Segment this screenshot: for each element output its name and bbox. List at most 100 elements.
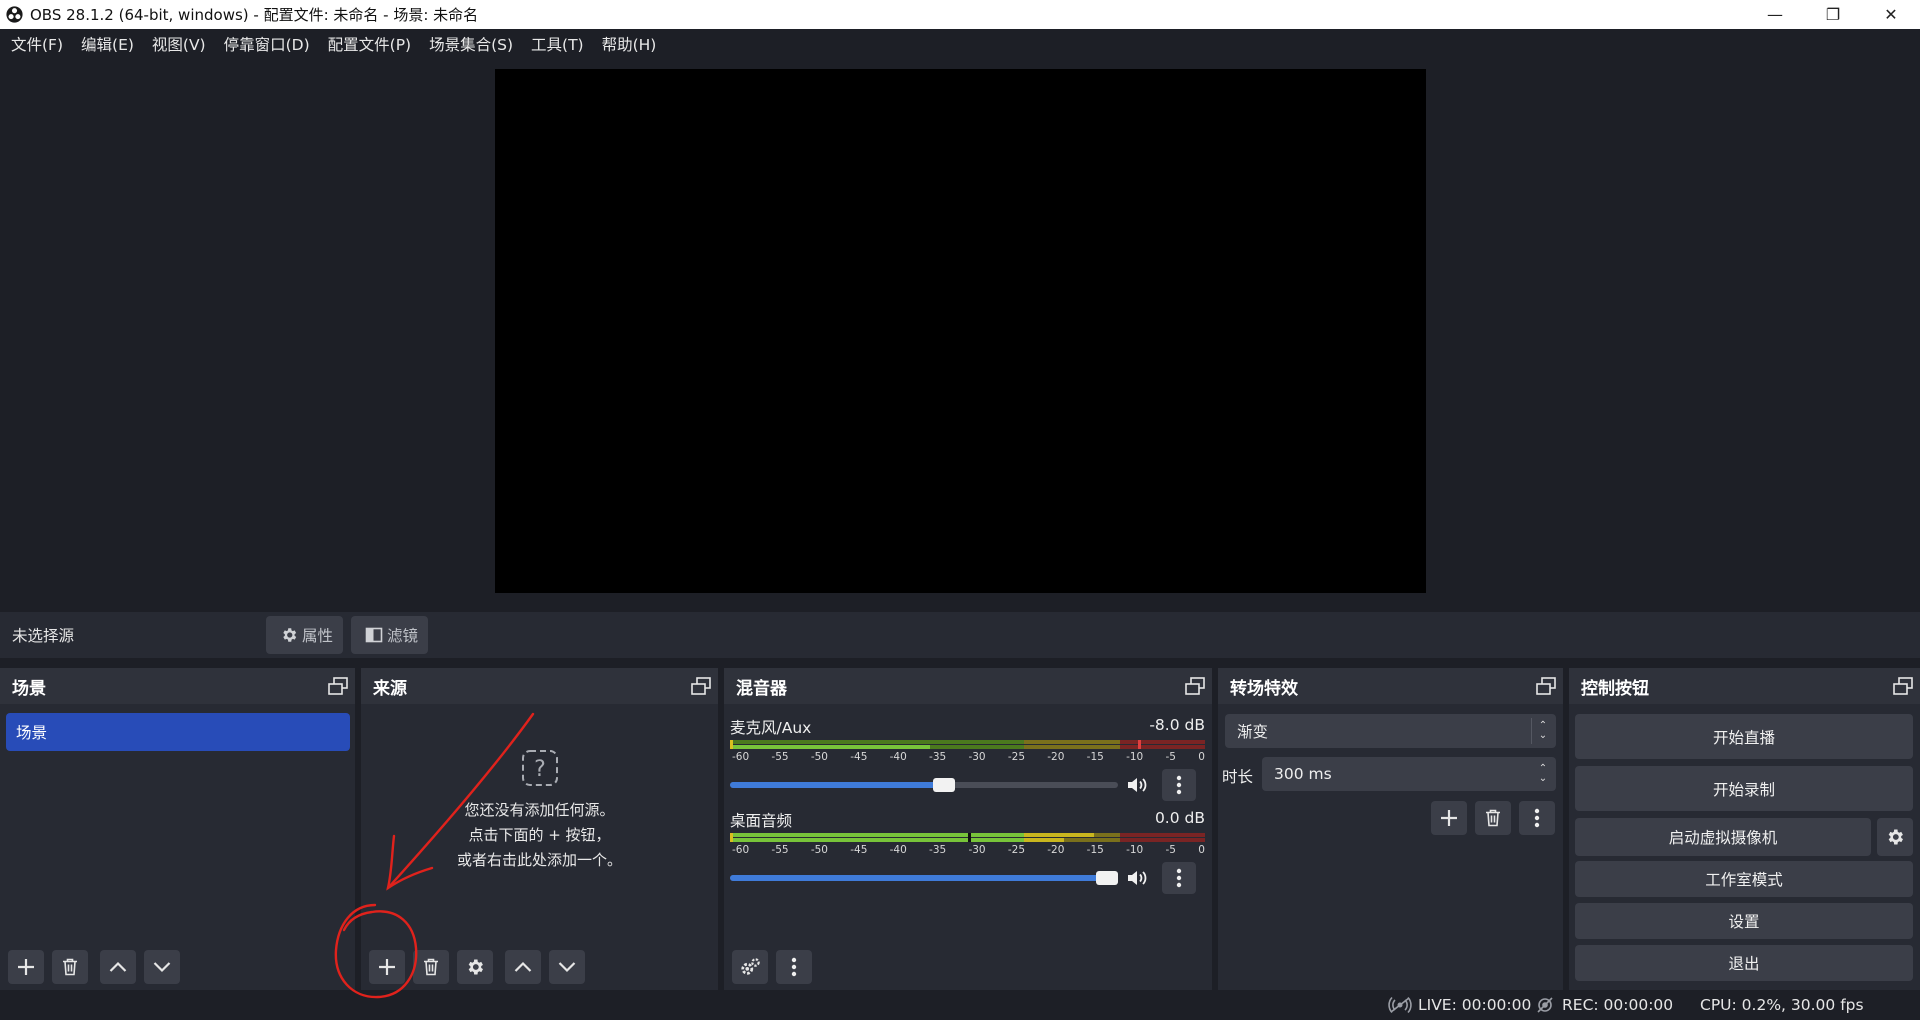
menu-help[interactable]: 帮助(H) [595,33,664,55]
virtual-camera-settings-button[interactable] [1877,818,1913,856]
tick-label: -30 [968,844,986,856]
scene-item[interactable]: 场景 [6,713,350,751]
plus-icon [1441,810,1457,826]
duration-spinbox[interactable]: 300 ms ⌃ ⌄ [1262,757,1556,791]
start-virtual-camera-button[interactable]: 启动虚拟摄像机 [1575,818,1871,856]
scene-list: 场景 [6,713,350,751]
menu-profile[interactable]: 配置文件(P) [321,33,418,55]
tick-label: -60 [732,751,750,763]
undock-icon[interactable] [1892,675,1914,697]
add-scene-button[interactable] [8,950,44,984]
exit-button[interactable]: 退出 [1575,945,1913,981]
channel-name: 桌面音频 [730,812,793,830]
channel-db: 0.0 dB [1154,809,1205,827]
restore-button[interactable]: ❐ [1804,0,1862,29]
trash-icon [1486,809,1500,827]
gears-icon [741,958,760,975]
transition-menu-button[interactable] [1519,801,1555,835]
menu-file[interactable]: 文件(F) [4,33,70,55]
slider-handle[interactable] [1096,871,1118,885]
settings-button[interactable]: 设置 [1575,903,1913,939]
menu-tools[interactable]: 工具(T) [524,33,591,55]
title-bar: OBS 28.1.2 (64-bit, windows) - 配置文件: 未命名… [0,0,1920,29]
preview-canvas[interactable] [495,69,1426,593]
advanced-audio-button[interactable] [732,950,768,984]
empty-hint-line: 点击下面的 + 按钮， [468,826,611,844]
start-recording-button[interactable]: 开始录制 [1575,766,1913,811]
trash-icon [424,958,438,976]
remove-scene-button[interactable] [52,950,88,984]
tick-label: -60 [732,844,750,856]
menu-scene-collection[interactable]: 场景集合(S) [422,33,520,55]
tick-label: 0 [1198,751,1205,763]
speaker-icon[interactable] [1126,866,1150,890]
tick-label: -25 [1007,844,1025,856]
tick-label: -5 [1165,751,1176,763]
undock-icon[interactable] [327,675,349,697]
tick-label: -20 [1047,751,1065,763]
preview-area [0,59,1920,599]
no-source-label: 未选择源 [12,627,75,645]
tick-label: -35 [929,844,947,856]
tick-label: -20 [1047,844,1065,856]
slider-handle[interactable] [933,778,955,792]
volume-slider[interactable] [730,778,1118,792]
channel-menu-button[interactable] [1162,862,1196,894]
speaker-icon[interactable] [1126,773,1150,797]
mixer-channel-mic: 麦克风/Aux -8.0 dB -60 -55 -50 -45 -40 -35 … [730,716,1205,801]
remove-transition-button[interactable] [1475,801,1511,835]
close-button[interactable]: ✕ [1862,0,1920,29]
undock-icon[interactable] [1184,675,1206,697]
chevron-down-icon [153,962,171,973]
properties-button[interactable]: 属性 [266,616,344,654]
filters-button[interactable]: 滤镜 [351,616,429,654]
question-icon: ? [520,748,560,788]
menu-docks[interactable]: 停靠窗口(D) [217,33,317,55]
move-source-down-button[interactable] [549,950,585,984]
trash-icon [63,958,77,976]
controls-header: 控制按钮 [1569,668,1920,704]
scenes-dock: 场景 场景 [0,668,355,990]
menu-view[interactable]: 视图(V) [145,33,213,55]
sources-empty-state[interactable]: ? 您还没有添加任何源。 点击下面的 + 按钮， 或者右击此处添加一个。 [361,748,718,873]
rec-time: REC: 00:00:00 [1562,996,1674,1014]
scenes-title: 场景 [12,678,46,699]
live-time: LIVE: 00:00:00 [1418,996,1532,1014]
remove-source-button[interactable] [413,950,449,984]
mixer-menu-button[interactable] [776,950,812,984]
source-context-bar: 未选择源 属性 滤镜 [0,612,1920,658]
channel-menu-button[interactable] [1162,769,1196,801]
undock-icon[interactable] [690,675,712,697]
cpu-fps: CPU: 0.2%, 30.00 fps [1700,996,1864,1014]
tick-label: -50 [810,751,828,763]
tick-label: -55 [771,751,789,763]
tick-label: -45 [850,751,868,763]
empty-hint-line: 您还没有添加任何源。 [464,801,615,819]
menu-bar: 文件(F) 编辑(E) 视图(V) 停靠窗口(D) 配置文件(P) 场景集合(S… [0,29,1920,59]
transitions-header: 转场特效 [1218,668,1563,704]
volume-slider[interactable] [730,871,1118,885]
channel-name: 麦克风/Aux [730,719,812,737]
tick-label: -15 [1086,751,1104,763]
source-properties-button[interactable] [457,950,493,984]
tick-label: -10 [1126,844,1144,856]
add-source-button[interactable] [369,950,405,984]
chevron-down-icon [558,962,576,973]
gear-icon [1888,829,1903,845]
menu-edit[interactable]: 编辑(E) [74,33,141,55]
minimize-button[interactable]: — [1746,0,1804,29]
audio-mixer-dock: 混音器 麦克风/Aux -8.0 dB -60 -55 -50 -45 -40 [724,668,1212,990]
undock-icon[interactable] [1535,675,1557,697]
studio-mode-button[interactable]: 工作室模式 [1575,861,1913,897]
add-transition-button[interactable] [1431,801,1467,835]
transition-select[interactable]: 渐变 ⌃ ⌄ [1225,714,1556,748]
sources-toolbar [369,950,593,984]
tick-label: -25 [1007,751,1025,763]
tick-label: -30 [968,751,986,763]
obs-logo-icon [4,5,24,25]
move-source-up-button[interactable] [505,950,541,984]
move-scene-down-button[interactable] [144,950,180,984]
start-streaming-button[interactable]: 开始直播 [1575,714,1913,759]
live-signal-icon [1388,996,1412,1014]
move-scene-up-button[interactable] [100,950,136,984]
